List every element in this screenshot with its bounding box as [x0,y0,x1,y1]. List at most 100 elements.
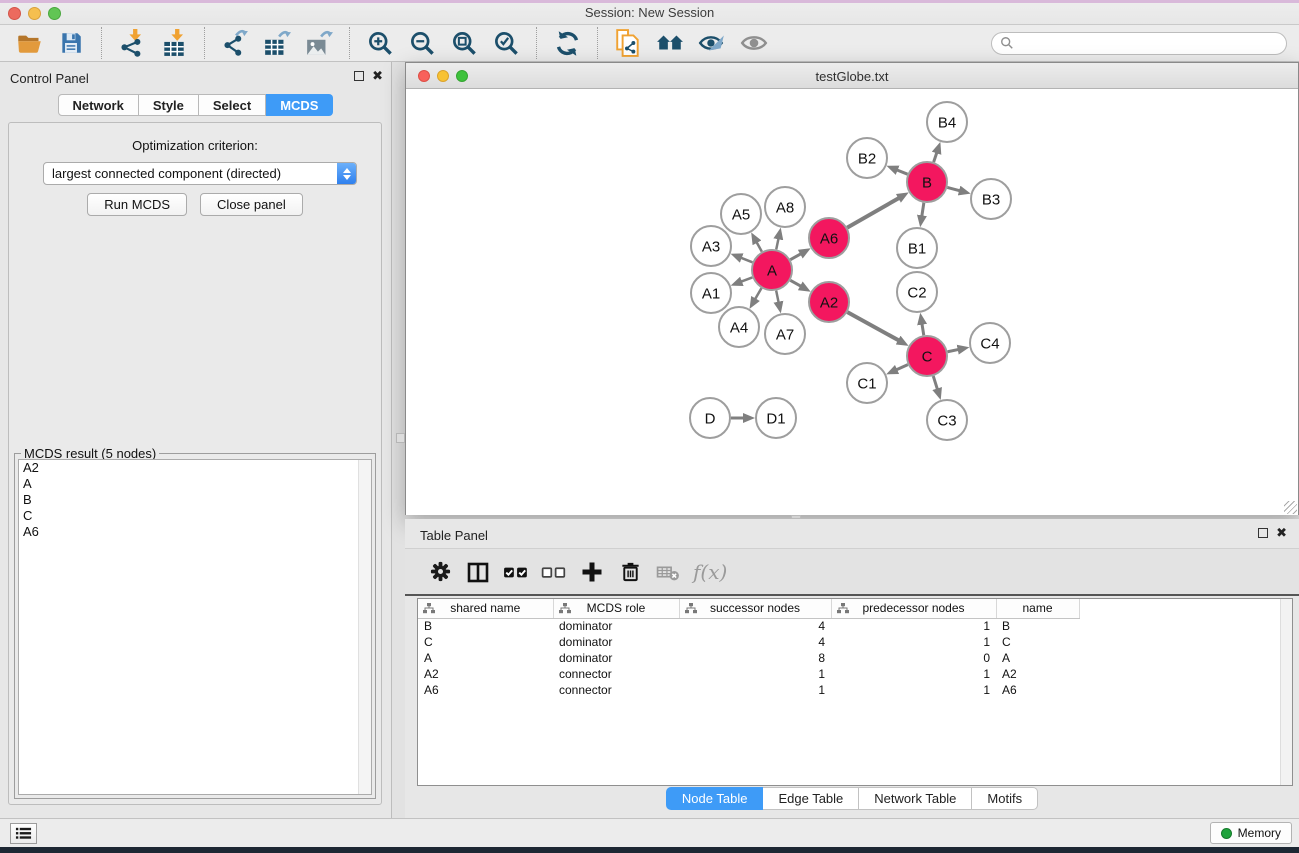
table-cell[interactable]: 4 [679,634,831,650]
table-cell[interactable]: A [418,650,553,666]
table-row[interactable]: Adominator80A [418,650,1091,666]
network-canvas[interactable]: B4B2BB3A5A8A6A3B1AA1C2A2A4A7C4CC1C3DD1 [406,89,1298,515]
table-cell[interactable]: C [418,634,553,650]
graph-edge-B-B4[interactable] [934,152,937,162]
zoom-selected-icon[interactable] [491,28,521,58]
graph-node-A8[interactable]: A8 [765,187,805,227]
close-panel-icon[interactable]: ✖ [1276,528,1287,538]
graph-edge-A-A1[interactable] [741,277,752,281]
mcds-list-scrollbar[interactable] [358,460,371,794]
show-task-history-button[interactable] [10,823,37,844]
graph-node-A5[interactable]: A5 [721,194,761,234]
graph-node-A1[interactable]: A1 [691,273,731,313]
mcds-result-item[interactable]: C [19,508,371,524]
graph-node-B4[interactable]: B4 [927,102,967,142]
float-panel-icon[interactable] [1258,528,1268,538]
tab-edge-table[interactable]: Edge Table [763,787,859,810]
column-visibility-icon[interactable] [461,557,495,587]
close-panel-icon[interactable]: ✖ [372,71,383,81]
graph-node-C2[interactable]: C2 [897,272,937,312]
window-resize-grip[interactable] [1284,501,1297,514]
graph-node-C1[interactable]: C1 [847,363,887,403]
show-style-icon[interactable] [697,28,727,58]
graph-node-A2[interactable]: A2 [809,282,849,322]
graph-node-A7[interactable]: A7 [765,314,805,354]
graph-edge-C-C4[interactable] [948,349,959,351]
graph-node-B2[interactable]: B2 [847,138,887,178]
tab-node-table[interactable]: Node Table [666,787,764,810]
zoom-out-icon[interactable] [407,28,437,58]
refresh-layout-icon[interactable] [552,28,582,58]
mcds-result-list[interactable]: A2ABCA6 [18,459,372,795]
graph-edge-C-C3[interactable] [933,376,937,389]
column-header-successor-nodes[interactable]: successor nodes [679,599,831,618]
float-panel-icon[interactable] [354,71,364,81]
column-header-shared-name[interactable]: shared name [418,599,553,618]
zoom-fit-icon[interactable] [449,28,479,58]
table-cell[interactable]: dominator [553,634,679,650]
table-cell[interactable]: 1 [831,682,996,698]
column-header-name[interactable]: name [996,599,1079,618]
delete-table-icon[interactable] [651,557,685,587]
close-panel-button[interactable]: Close panel [200,193,303,216]
tab-motifs[interactable]: Motifs [972,787,1038,810]
tab-network[interactable]: Network [58,94,139,116]
tab-style[interactable]: Style [139,94,199,116]
graph-edge-A-A4[interactable] [755,288,761,299]
table-cell[interactable]: 1 [679,682,831,698]
graph-edge-A-A2[interactable] [790,280,801,286]
graph-node-D1[interactable]: D1 [756,398,796,438]
tab-mcds[interactable]: MCDS [266,94,333,116]
run-mcds-button[interactable]: Run MCDS [87,193,187,216]
deselect-all-icon[interactable] [537,557,571,587]
table-cell[interactable]: B [996,618,1079,634]
table-cell[interactable]: B [418,618,553,634]
table-cell[interactable]: connector [553,666,679,682]
table-cell[interactable]: A2 [418,666,553,682]
table-row[interactable]: A6connector11A6 [418,682,1091,698]
table-cell[interactable]: A6 [996,682,1079,698]
graph-edge-C-C1[interactable] [896,365,908,370]
table-cell[interactable]: 8 [679,650,831,666]
table-settings-icon[interactable] [423,557,457,587]
mcds-result-item[interactable]: A2 [19,460,371,476]
table-cell[interactable]: C [996,634,1079,650]
show-hide-icon[interactable] [739,28,769,58]
first-neighbors-icon[interactable] [655,28,685,58]
export-table-icon[interactable] [262,28,292,58]
graph-node-A3[interactable]: A3 [691,226,731,266]
network-window-titlebar[interactable]: testGlobe.txt [406,63,1298,89]
table-cell[interactable]: A2 [996,666,1079,682]
table-scrollbar[interactable] [1280,599,1292,785]
table-row[interactable]: A2connector11A2 [418,666,1091,682]
new-network-from-selection-icon[interactable] [613,28,643,58]
network-graph[interactable]: B4B2BB3A5A8A6A3B1AA1C2A2A4A7C4CC1C3DD1 [406,89,1298,515]
mcds-result-item[interactable]: A [19,476,371,492]
graph-edge-A6-B[interactable] [847,198,899,228]
table-cell[interactable]: dominator [553,618,679,634]
mcds-result-item[interactable]: A6 [19,524,371,540]
memory-button[interactable]: Memory [1210,822,1292,844]
graph-node-C4[interactable]: C4 [970,323,1010,363]
graph-edge-A2-C[interactable] [847,312,899,340]
table-cell[interactable]: A [996,650,1079,666]
graph-node-A[interactable]: A [752,250,792,290]
graph-edge-C-C2[interactable] [922,324,924,336]
import-network-icon[interactable] [117,28,147,58]
graph-edge-A-A8[interactable] [776,238,778,249]
graph-edge-B-B2[interactable] [897,170,908,174]
graph-edge-B-B3[interactable] [947,187,960,190]
add-column-icon[interactable] [575,557,609,587]
graph-node-B3[interactable]: B3 [971,179,1011,219]
column-header-MCDS-role[interactable]: MCDS role [553,599,679,618]
optimization-criterion-select[interactable]: largest connected component (directed) [43,162,357,185]
export-image-icon[interactable] [304,28,334,58]
table-cell[interactable]: connector [553,682,679,698]
graph-node-C3[interactable]: C3 [927,400,967,440]
graph-node-D[interactable]: D [690,398,730,438]
tab-network-table[interactable]: Network Table [859,787,972,810]
graph-edge-A-A3[interactable] [741,258,753,263]
table-cell[interactable]: 4 [679,618,831,634]
graph-edge-B-B1[interactable] [922,203,924,217]
table-cell[interactable]: 1 [679,666,831,682]
